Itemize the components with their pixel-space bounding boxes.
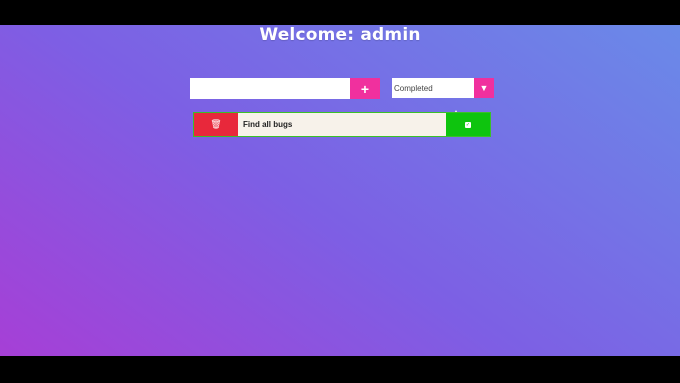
filter-select[interactable]: Completed ▼ [392,78,494,98]
trash-icon: 🗑 [210,119,222,129]
add-todo-button[interactable]: + [350,78,380,99]
delete-todo-button[interactable]: 🗑 [194,113,238,136]
plus-icon: + [360,80,370,97]
complete-todo-button[interactable]: ✓ [446,113,490,136]
chevron-down-icon[interactable]: ▼ [474,78,494,98]
todo-text: Find all bugs [243,120,293,129]
page-title: Welcome: admin [259,25,421,45]
todo-input[interactable] [190,78,350,99]
app-viewport: Welcome: admin + Completed ▼ 🗑 Find all … [0,25,680,356]
filter-selected-value: Completed [394,83,433,93]
check-icon: ✓ [465,121,471,128]
todo-item: 🗑 Find all bugs ✓ [193,112,491,137]
